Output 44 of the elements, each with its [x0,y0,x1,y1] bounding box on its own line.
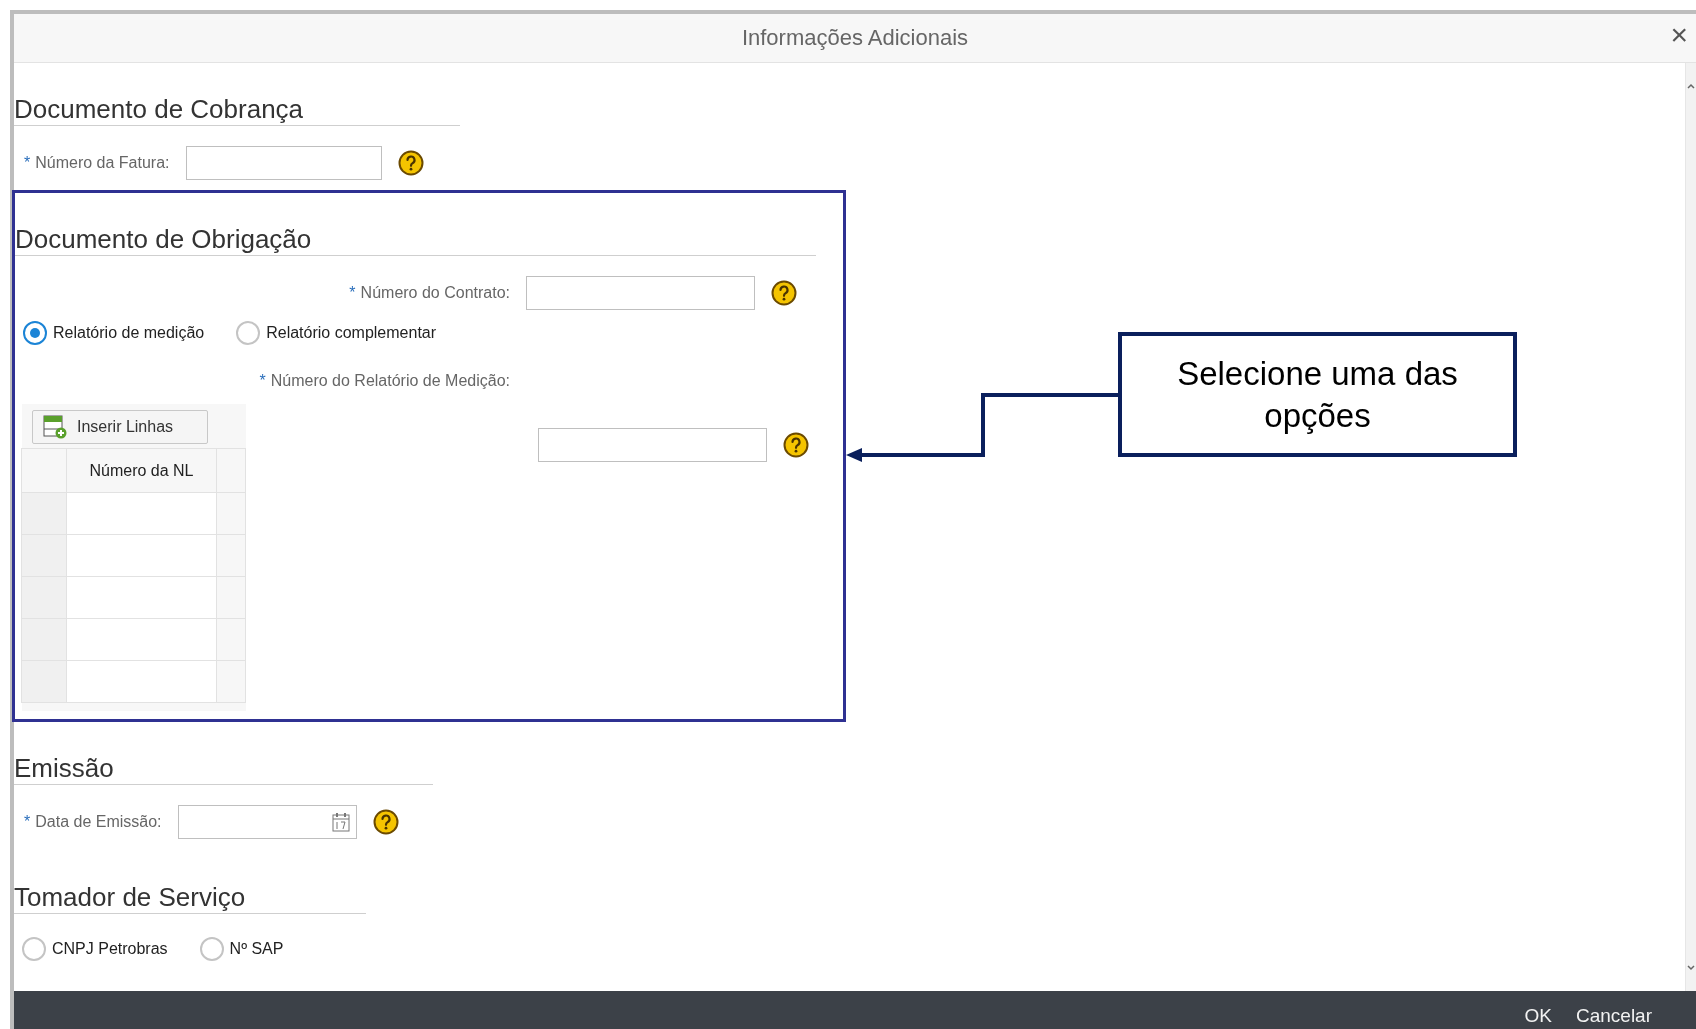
field-label: * Número da Fatura: [23,154,170,172]
table-cell[interactable] [66,534,217,577]
input-field[interactable] [185,146,382,180]
radio-option[interactable]: Nº SAP [199,937,284,961]
radio-icon[interactable] [199,937,224,961]
row-selector[interactable] [21,492,67,535]
section-heading: Documento de Obrigação [15,223,816,256]
footer-button[interactable]: OK [1524,1005,1552,1029]
table-cell[interactable] [66,492,217,535]
scroll-up-icon[interactable] [1687,83,1695,89]
radio-option[interactable]: Relatório de medição [23,321,205,345]
row-selector[interactable] [21,660,67,703]
radio-icon[interactable] [236,321,261,345]
row-selector[interactable] [21,576,67,619]
radio-icon[interactable] [23,321,47,345]
field-label: * Número do Relatório de Medição: [258,372,510,390]
dialog-title: Informações Adicionais [741,25,969,51]
input-field[interactable] [526,276,755,310]
help-icon[interactable] [783,432,809,458]
section-heading: Documento de Cobrança [14,93,460,126]
section-heading: Emissão [14,752,433,785]
field-label: * Número do Contrato: [348,284,510,302]
help-icon[interactable] [771,280,797,306]
radio-option[interactable]: CNPJ Petrobras [22,937,168,961]
help-icon[interactable] [372,809,399,835]
callout-box: Selecione uma das opções [1118,332,1517,457]
row-selector[interactable] [21,618,67,661]
radio-icon[interactable] [22,937,46,961]
calendar-icon[interactable] [331,812,350,832]
add-row-icon [43,415,67,439]
table-cell[interactable] [66,618,217,661]
table-cell[interactable] [66,576,217,619]
radio-option[interactable]: Relatório complementar [236,321,437,345]
date-field[interactable] [177,805,357,839]
footer-button[interactable]: Cancelar [1575,1005,1652,1029]
input-field[interactable] [538,428,767,462]
field-label: * Data de Emissão: [23,813,162,831]
scroll-down-icon[interactable] [1687,965,1695,971]
close-button[interactable]: × [1670,20,1688,50]
row-selector[interactable] [21,534,67,577]
help-icon[interactable] [397,150,424,176]
section-heading: Tomador de Serviço [14,881,366,914]
insert-rows-button[interactable]: Inserir Linhas [32,410,208,444]
table-cell[interactable] [66,660,217,703]
